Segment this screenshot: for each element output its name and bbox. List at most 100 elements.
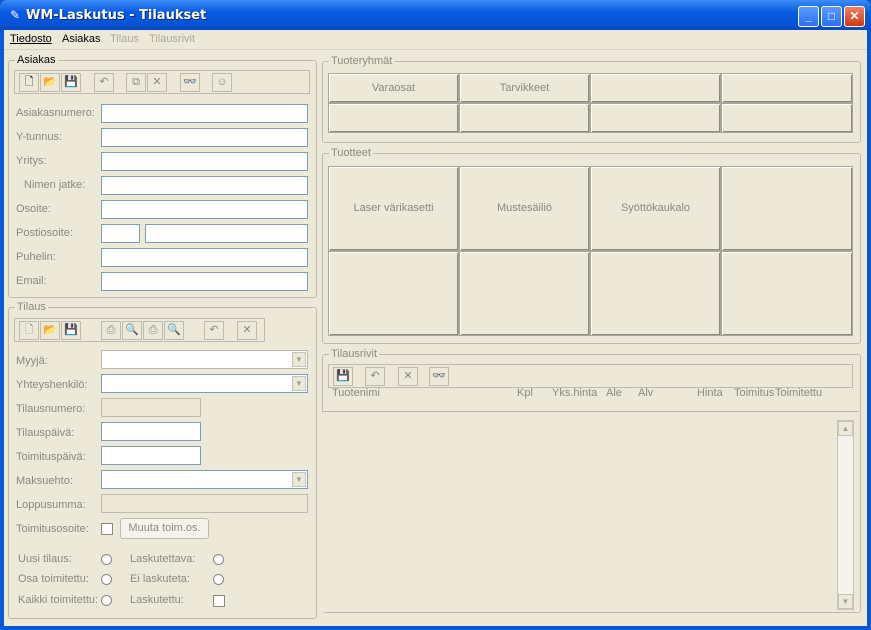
menu-asiakas[interactable]: Asiakas	[62, 33, 101, 45]
tilaus-toolbar: 🗋 📂 💾 ⎙ 🔍 ⎙ 🔍 ↶ ✕	[14, 318, 265, 342]
tuoteryhma-button-3[interactable]	[590, 73, 721, 103]
undo-icon[interactable]: ↶	[204, 321, 224, 340]
puhelin-input[interactable]	[101, 248, 308, 267]
new-document-icon[interactable]: 🗋	[19, 321, 39, 340]
tuoteryhma-button-8[interactable]	[721, 103, 853, 133]
postitoimipaikka-input[interactable]	[145, 224, 308, 243]
save-icon[interactable]: 💾	[61, 321, 81, 340]
col-ykshinta[interactable]: Yks.hinta	[552, 387, 597, 399]
col-kpl[interactable]: Kpl	[517, 387, 533, 399]
print-icon[interactable]: ⎙	[101, 321, 121, 340]
yritys-input[interactable]	[101, 152, 308, 171]
col-hinta[interactable]: Hinta	[697, 387, 723, 399]
tilaus-legend: Tilaus	[17, 301, 46, 313]
tilausrivit-scrollbar[interactable]: ▲ ▼	[837, 420, 854, 610]
tuote-button-4[interactable]	[721, 166, 853, 251]
ytunnus-input[interactable]	[101, 128, 308, 147]
email-input[interactable]	[101, 272, 308, 291]
tuoteryhma-button-5[interactable]	[328, 103, 459, 133]
asiakasnumero-input[interactable]	[101, 104, 308, 123]
print-preview-icon[interactable]: 🔍	[164, 321, 184, 340]
close-button[interactable]: ✕	[844, 6, 865, 27]
tuote-button-3[interactable]: Syöttökaukalo	[590, 166, 721, 251]
tuoteryhma-button-1[interactable]: Varaosat	[328, 73, 459, 103]
col-alv[interactable]: Alv	[638, 387, 653, 399]
myyja-select[interactable]: ▼	[101, 350, 308, 369]
tuote-button-2[interactable]: Mustesäiliö	[459, 166, 590, 251]
yritys-label: Yritys:	[16, 155, 47, 167]
title-bar[interactable]: ✎ WM-Laskutus - Tilaukset _ □ ✕	[0, 0, 871, 30]
yhteyshenkilo-select[interactable]: ▼	[101, 374, 308, 393]
muuta-toimitusosoite-button[interactable]: Muuta toim.os.	[120, 518, 209, 539]
menu-tiedosto[interactable]: Tiedosto	[10, 33, 52, 45]
col-toimitus[interactable]: Toimitus	[734, 387, 774, 399]
tuoteryhmat-legend: Tuoteryhmät	[331, 55, 393, 67]
kaikki-toimitettu-label: Kaikki toimitettu:	[18, 594, 99, 606]
tuote-button-5[interactable]	[328, 251, 459, 336]
tilausnumero-input[interactable]	[101, 398, 201, 417]
print-icon[interactable]: ⎙	[143, 321, 163, 340]
tilauspaiva-input[interactable]	[101, 422, 201, 441]
copy-icon[interactable]: ⧉	[126, 73, 146, 92]
osoite-input[interactable]	[101, 200, 308, 219]
menu-tilaus[interactable]: Tilaus	[110, 33, 139, 45]
tuoteryhma-button-2[interactable]: Tarvikkeet	[459, 73, 590, 103]
ei-laskuteta-radio[interactable]	[213, 574, 224, 585]
postiosoite-label: Postiosoite:	[16, 227, 73, 239]
new-document-icon[interactable]: 🗋	[19, 73, 39, 92]
osoite-label: Osoite:	[16, 203, 51, 215]
laskutettava-radio[interactable]	[213, 554, 224, 565]
minimize-button[interactable]: _	[798, 6, 819, 27]
ytunnus-label: Y-tunnus:	[16, 131, 63, 143]
tuote-button-1[interactable]: Laser värikasetti	[328, 166, 459, 251]
tuote-button-6[interactable]	[459, 251, 590, 336]
postinumero-input[interactable]	[101, 224, 140, 243]
asiakas-toolbar: 🗋 📂 💾 ↶ ⧉ ✕ 👓 ☺	[14, 70, 310, 94]
tuoteryhma-button-7[interactable]	[590, 103, 721, 133]
chevron-down-icon: ▼	[292, 352, 306, 367]
loppusumma-label: Loppusumma:	[16, 499, 86, 511]
print-preview-icon[interactable]: 🔍	[122, 321, 142, 340]
uusi-tilaus-radio[interactable]	[101, 554, 112, 565]
menu-tilausrivit[interactable]: Tilausrivit	[149, 33, 195, 45]
scroll-down-icon[interactable]: ▼	[838, 594, 853, 609]
asiakas-legend: Asiakas	[17, 54, 56, 66]
tuoteryhma-button-6[interactable]	[459, 103, 590, 133]
col-tuotenimi[interactable]: Tuotenimi	[332, 387, 380, 399]
tuote-button-8[interactable]	[721, 251, 853, 336]
toimituspaiva-input[interactable]	[101, 446, 201, 465]
chevron-down-icon: ▼	[292, 376, 306, 391]
tuote-button-7[interactable]	[590, 251, 721, 336]
kaikki-toimitettu-radio[interactable]	[101, 595, 112, 606]
toimituspaiva-label: Toimituspäivä:	[16, 451, 86, 463]
open-folder-icon[interactable]: 📂	[40, 73, 60, 92]
loppusumma-input[interactable]	[101, 494, 308, 513]
delete-icon[interactable]: ✕	[237, 321, 257, 340]
toimitusosoite-label: Toimitusosoite:	[16, 523, 89, 535]
laskutettu-label: Laskutettu:	[130, 594, 184, 606]
tuoteryhma-button-4[interactable]	[721, 73, 853, 103]
open-folder-icon[interactable]: 📂	[40, 321, 60, 340]
scroll-up-icon[interactable]: ▲	[838, 421, 853, 436]
binoculars-icon[interactable]: 👓	[180, 73, 200, 92]
tilausrivit-list[interactable]	[322, 411, 859, 612]
maximize-button[interactable]: □	[821, 6, 842, 27]
smiley-icon[interactable]: ☺	[212, 73, 232, 92]
maksuehto-select[interactable]: ▼	[101, 470, 308, 489]
col-toimitettu[interactable]: Toimitettu	[775, 387, 822, 399]
maksuehto-label: Maksuehto:	[16, 475, 73, 487]
tilauspaiva-label: Tilauspäivä:	[16, 427, 75, 439]
osa-toimitettu-label: Osa toimitettu:	[18, 573, 89, 585]
maximize-icon: □	[827, 9, 836, 23]
nimen-jatke-input[interactable]	[101, 176, 308, 195]
nimen-jatke-label: Nimen jatke:	[24, 179, 86, 191]
undo-icon[interactable]: ↶	[94, 73, 114, 92]
laskutettu-checkbox[interactable]	[213, 595, 225, 607]
osa-toimitettu-radio[interactable]	[101, 574, 112, 585]
delete-icon[interactable]: ✕	[147, 73, 167, 92]
toimitusosoite-checkbox[interactable]	[101, 523, 113, 535]
col-ale[interactable]: Ale	[606, 387, 622, 399]
save-icon[interactable]: 💾	[61, 73, 81, 92]
chevron-down-icon: ▼	[292, 472, 306, 487]
ei-laskuteta-label: Ei laskuteta:	[130, 573, 190, 585]
